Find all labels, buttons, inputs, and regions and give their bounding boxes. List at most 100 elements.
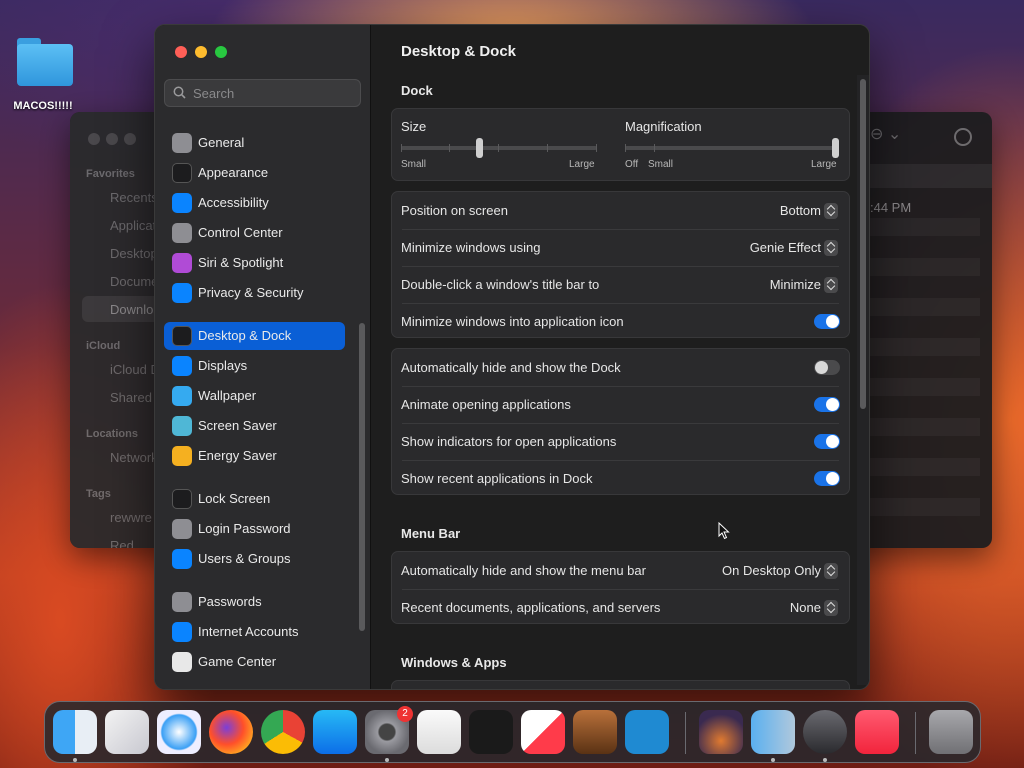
sidebar-item-accessibility[interactable]: Accessibility xyxy=(164,189,345,217)
sidebar-item-users-groups[interactable]: Users & Groups xyxy=(164,545,345,573)
chrome-icon[interactable] xyxy=(261,710,305,754)
show-recent-row[interactable]: Show recent applications in Dock xyxy=(392,460,849,497)
finder-file-row[interactable] xyxy=(870,218,980,236)
dock: 2 xyxy=(44,701,981,763)
finder-file-row[interactable] xyxy=(870,458,980,476)
autohide-menubar-value[interactable]: On Desktop Only xyxy=(722,563,821,578)
finder-locations-header: Locations xyxy=(86,428,138,440)
show-indicators-row[interactable]: Show indicators for open applications xyxy=(392,423,849,460)
launchpad-icon[interactable] xyxy=(105,710,149,754)
size-slider[interactable] xyxy=(401,138,597,158)
terminal-icon[interactable] xyxy=(469,710,513,754)
sidebar-scrollbar[interactable] xyxy=(359,323,365,631)
news-icon[interactable] xyxy=(521,710,565,754)
finder-file-row[interactable] xyxy=(870,418,980,436)
system-settings-icon[interactable]: 2 xyxy=(365,706,413,754)
sidebar-item-lock-screen[interactable]: Lock Screen xyxy=(164,485,345,513)
position-row[interactable]: Position on screen Bottom xyxy=(392,192,849,229)
firefox-icon[interactable] xyxy=(209,710,253,754)
recent-docs-value[interactable]: None xyxy=(790,600,821,615)
close-button[interactable] xyxy=(175,46,187,58)
autohide-menubar-row[interactable]: Automatically hide and show the menu bar… xyxy=(392,552,849,589)
sidebar-item-general[interactable]: General xyxy=(164,129,345,157)
sidebar-item-screen-saver[interactable]: Screen Saver xyxy=(164,412,345,440)
finder-more-icon[interactable]: ⊖ ⌄ xyxy=(870,124,901,144)
zoom-button[interactable] xyxy=(215,46,227,58)
magnification-slider-thumb[interactable] xyxy=(832,138,839,158)
finder-sidebar-item[interactable]: rewwre xyxy=(110,510,152,525)
animate-opening-row[interactable]: Animate opening applications xyxy=(392,386,849,423)
double-click-value[interactable]: Minimize xyxy=(770,277,821,292)
sidebar-item-passwords[interactable]: Passwords xyxy=(164,588,345,616)
app-store-icon[interactable] xyxy=(313,710,357,754)
minimize-using-popup-icon[interactable] xyxy=(824,240,838,256)
finder-file-row[interactable] xyxy=(870,298,980,316)
page-title: Desktop & Dock xyxy=(401,43,517,60)
search-input[interactable] xyxy=(193,84,353,102)
macos-installer-icon[interactable] xyxy=(699,710,743,754)
sidebar-item-siri-spotlight[interactable]: Siri & Spotlight xyxy=(164,249,345,277)
finder-file-row[interactable] xyxy=(870,498,980,516)
finder-file-row[interactable] xyxy=(870,338,980,356)
autohide-dock-toggle[interactable] xyxy=(814,360,840,375)
show-indicators-toggle[interactable] xyxy=(814,434,840,449)
finder-file-row[interactable] xyxy=(870,258,980,276)
finder-icloud-header: iCloud xyxy=(86,340,121,352)
textedit-icon[interactable] xyxy=(417,710,461,754)
safari-icon[interactable] xyxy=(157,710,201,754)
autohide-menubar-popup-icon[interactable] xyxy=(824,563,838,579)
size-slider-thumb[interactable] xyxy=(476,138,484,158)
finder-icon[interactable] xyxy=(53,710,97,754)
migration-assistant-icon[interactable] xyxy=(751,710,795,754)
garageband-icon[interactable] xyxy=(573,710,617,754)
finder-sidebar-item[interactable]: Shared xyxy=(110,390,152,405)
accessibility-icon xyxy=(172,193,192,213)
minimize-into-icon-toggle[interactable] xyxy=(814,314,840,329)
magnification-slider[interactable] xyxy=(625,138,839,158)
finder-sidebar-item[interactable]: Desktop xyxy=(110,246,158,261)
dock-size-group: Size Small Large Magnification Off Small… xyxy=(391,108,850,181)
minimize-using-value[interactable]: Genie Effect xyxy=(750,240,821,255)
magnification-max-label: Large xyxy=(811,159,837,170)
animate-opening-toggle[interactable] xyxy=(814,397,840,412)
finder-sidebar-item[interactable]: Red xyxy=(110,538,134,548)
sidebar-item-appearance[interactable]: Appearance xyxy=(164,159,345,187)
minimize-using-row[interactable]: Minimize windows using Genie Effect xyxy=(392,229,849,266)
sidebar-item-energy-saver[interactable]: Energy Saver xyxy=(164,442,345,470)
finder-favorites-header: Favorites xyxy=(86,168,135,180)
minimize-using-label: Minimize windows using xyxy=(401,240,541,255)
main-scrollbar[interactable] xyxy=(860,79,866,409)
generic-app-icon[interactable] xyxy=(803,710,847,754)
sidebar-item-desktop-dock[interactable]: Desktop & Dock xyxy=(164,322,345,350)
recent-docs-row[interactable]: Recent documents, applications, and serv… xyxy=(392,589,849,626)
search-field[interactable] xyxy=(164,79,361,107)
sidebar-item-control-center[interactable]: Control Center xyxy=(164,219,345,247)
sidebar-item-wallpaper[interactable]: Wallpaper xyxy=(164,382,345,410)
desktop-folder[interactable]: MACOS!!!!! xyxy=(8,36,78,112)
position-value[interactable]: Bottom xyxy=(780,203,821,218)
trash-icon[interactable] xyxy=(929,710,973,754)
control-center-icon xyxy=(172,223,192,243)
system-settings-window: General Appearance Accessibility Control Ce… xyxy=(154,24,870,690)
double-click-popup-icon[interactable] xyxy=(824,277,838,293)
finder-file-row[interactable] xyxy=(870,378,980,396)
finder-sidebar-item[interactable]: Recents xyxy=(110,190,158,205)
sidebar-item-internet-accounts[interactable]: Internet Accounts xyxy=(164,618,345,646)
minimize-button[interactable] xyxy=(195,46,207,58)
autohide-dock-row[interactable]: Automatically hide and show the Dock xyxy=(392,349,849,386)
position-popup-icon[interactable] xyxy=(824,203,838,219)
show-recent-toggle[interactable] xyxy=(814,471,840,486)
recent-docs-popup-icon[interactable] xyxy=(824,600,838,616)
sidebar-item-displays[interactable]: Displays xyxy=(164,352,345,380)
sidebar-item-privacy-security[interactable]: Privacy & Security xyxy=(164,279,345,307)
double-click-row[interactable]: Double-click a window's title bar to Min… xyxy=(392,266,849,303)
size-max-label: Large xyxy=(569,159,595,170)
finder-search-icon[interactable] xyxy=(954,128,972,146)
music-icon[interactable] xyxy=(855,710,899,754)
finder-sidebar-item[interactable]: Network xyxy=(110,450,158,465)
minimize-into-icon-row[interactable]: Minimize windows into application icon xyxy=(392,303,849,340)
vscode-icon[interactable] xyxy=(625,710,669,754)
sidebar-item-login-password[interactable]: Login Password xyxy=(164,515,345,543)
sidebar-item-game-center[interactable]: Game Center xyxy=(164,648,345,676)
sidebar-item-label: Users & Groups xyxy=(198,551,291,566)
